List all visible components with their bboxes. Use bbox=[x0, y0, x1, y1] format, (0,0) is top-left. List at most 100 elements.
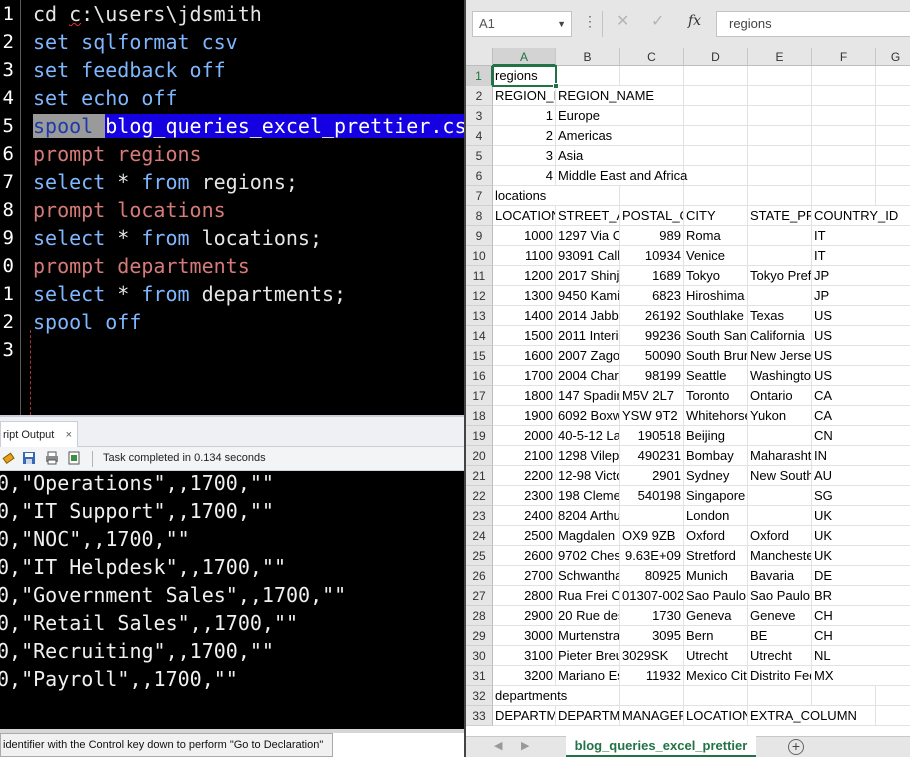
cell-e26[interactable]: Bavaria bbox=[748, 566, 812, 586]
cell-c22[interactable]: 540198 bbox=[620, 486, 684, 506]
cell-c28[interactable]: 1730 bbox=[620, 606, 684, 626]
cell-e2[interactable] bbox=[748, 86, 812, 106]
cell-e33[interactable]: EXTRA_COLUMN bbox=[748, 706, 857, 726]
code-line[interactable]: spool blog_queries_excel_prettier.csv bbox=[33, 112, 464, 140]
cell-b1[interactable] bbox=[556, 66, 620, 86]
cell-a12[interactable]: 1300 bbox=[493, 286, 556, 306]
cell-g33[interactable] bbox=[876, 706, 910, 726]
cell-f30[interactable]: NL bbox=[812, 646, 876, 666]
cell-f2[interactable] bbox=[812, 86, 876, 106]
cell-d5[interactable] bbox=[684, 146, 748, 166]
row-header[interactable]: 13 bbox=[466, 306, 493, 326]
cell-e12[interactable] bbox=[748, 286, 812, 306]
cell-f31[interactable]: MX bbox=[812, 666, 876, 686]
cell-g1[interactable] bbox=[876, 66, 910, 86]
column-header-b[interactable]: B bbox=[556, 48, 620, 66]
script-output-text[interactable]: 0,"Operations",,1700,"" 0,"IT Support",,1… bbox=[0, 471, 464, 729]
cell-e3[interactable] bbox=[748, 106, 812, 126]
cell-g13[interactable] bbox=[876, 306, 910, 326]
cell-f11[interactable]: JP bbox=[812, 266, 876, 286]
cell-a21[interactable]: 2200 bbox=[493, 466, 556, 486]
cell-e7[interactable] bbox=[748, 186, 812, 206]
cell-a20[interactable]: 2100 bbox=[493, 446, 556, 466]
row-header[interactable]: 12 bbox=[466, 286, 493, 306]
cell-c15[interactable]: 50090 bbox=[620, 346, 684, 366]
cell-c14[interactable]: 99236 bbox=[620, 326, 684, 346]
cell-d25[interactable]: Stretford bbox=[684, 546, 748, 566]
row-header[interactable]: 24 bbox=[466, 526, 493, 546]
row-header[interactable]: 30 bbox=[466, 646, 493, 666]
row-header[interactable]: 3 bbox=[466, 106, 493, 126]
cell-d22[interactable]: Singapore bbox=[684, 486, 748, 506]
cell-b17[interactable]: 147 Spadina Ave bbox=[556, 386, 620, 406]
cell-g32[interactable] bbox=[876, 686, 910, 706]
cell-f18[interactable]: CA bbox=[812, 406, 876, 426]
cell-g27[interactable] bbox=[876, 586, 910, 606]
save-icon[interactable] bbox=[22, 451, 36, 465]
cell-a15[interactable]: 1600 bbox=[493, 346, 556, 366]
chevron-down-icon[interactable]: ▼ bbox=[557, 12, 566, 36]
cell-b10[interactable]: 93091 Calle della Testa bbox=[556, 246, 620, 266]
cell-d27[interactable]: Sao Paulo bbox=[684, 586, 748, 606]
cell-g4[interactable] bbox=[876, 126, 910, 146]
row-header[interactable]: 29 bbox=[466, 626, 493, 646]
cell-e24[interactable]: Oxford bbox=[748, 526, 812, 546]
cell-b11[interactable]: 2017 Shinjuku-ku bbox=[556, 266, 620, 286]
cell-c1[interactable] bbox=[620, 66, 684, 86]
print-icon[interactable] bbox=[45, 451, 59, 465]
cell-g3[interactable] bbox=[876, 106, 910, 126]
row-header[interactable]: 14 bbox=[466, 326, 493, 346]
cell-c30[interactable]: 3029SK bbox=[620, 646, 684, 666]
cell-e22[interactable] bbox=[748, 486, 812, 506]
cell-d29[interactable]: Bern bbox=[684, 626, 748, 646]
cell-g25[interactable] bbox=[876, 546, 910, 566]
row-header[interactable]: 31 bbox=[466, 666, 493, 686]
row-header[interactable]: 23 bbox=[466, 506, 493, 526]
cell-g12[interactable] bbox=[876, 286, 910, 306]
cell-d7[interactable] bbox=[684, 186, 748, 206]
cell-g15[interactable] bbox=[876, 346, 910, 366]
prev-sheet-icon[interactable]: ◀ bbox=[494, 739, 502, 752]
next-sheet-icon[interactable]: ▶ bbox=[521, 739, 529, 752]
code-line[interactable]: set feedback off bbox=[33, 56, 226, 84]
cell-b4[interactable]: Americas bbox=[556, 126, 620, 146]
cell-e29[interactable]: BE bbox=[748, 626, 812, 646]
cell-e15[interactable]: New Jersey bbox=[748, 346, 812, 366]
cell-g6[interactable] bbox=[876, 166, 910, 186]
cell-g11[interactable] bbox=[876, 266, 910, 286]
cell-b31[interactable]: Mariano Escobedo 9991 bbox=[556, 666, 620, 686]
cell-d20[interactable]: Bombay bbox=[684, 446, 748, 466]
cell-c25[interactable]: 9.63E+09 bbox=[620, 546, 684, 566]
cell-g14[interactable] bbox=[876, 326, 910, 346]
cell-d13[interactable]: Southlake bbox=[684, 306, 748, 326]
cell-a28[interactable]: 2900 bbox=[493, 606, 556, 626]
cell-f25[interactable]: UK bbox=[812, 546, 876, 566]
sql-worksheet-editor[interactable]: 1234567890123 cd c:\users\jdsmith set sql… bbox=[0, 0, 464, 415]
insert-function-icon[interactable]: fx bbox=[688, 13, 701, 29]
tab-script-output[interactable]: ript Output × bbox=[0, 421, 78, 449]
cell-b29[interactable]: Murtenstrasse 921 bbox=[556, 626, 620, 646]
cell-e17[interactable]: Ontario bbox=[748, 386, 812, 406]
row-header[interactable]: 8 bbox=[466, 206, 493, 226]
cell-a26[interactable]: 2700 bbox=[493, 566, 556, 586]
close-icon[interactable]: × bbox=[66, 422, 72, 448]
cell-e10[interactable] bbox=[748, 246, 812, 266]
cell-g16[interactable] bbox=[876, 366, 910, 386]
cell-c8[interactable]: POSTAL_CODE bbox=[620, 206, 684, 226]
cell-f29[interactable]: CH bbox=[812, 626, 876, 646]
cell-e14[interactable]: California bbox=[748, 326, 812, 346]
cell-d1[interactable] bbox=[684, 66, 748, 86]
row-header[interactable]: 32 bbox=[466, 686, 493, 706]
column-header-g[interactable]: G bbox=[876, 48, 910, 66]
cell-d23[interactable]: London bbox=[684, 506, 748, 526]
cell-f24[interactable]: UK bbox=[812, 526, 876, 546]
cell-e28[interactable]: Geneve bbox=[748, 606, 812, 626]
cell-c31[interactable]: 11932 bbox=[620, 666, 684, 686]
cell-c19[interactable]: 190518 bbox=[620, 426, 684, 446]
cell-f10[interactable]: IT bbox=[812, 246, 876, 266]
cell-e1[interactable] bbox=[748, 66, 812, 86]
cell-a14[interactable]: 1500 bbox=[493, 326, 556, 346]
cell-d14[interactable]: South San Francisco bbox=[684, 326, 748, 346]
cell-b3[interactable]: Europe bbox=[556, 106, 620, 126]
cell-d31[interactable]: Mexico City bbox=[684, 666, 748, 686]
